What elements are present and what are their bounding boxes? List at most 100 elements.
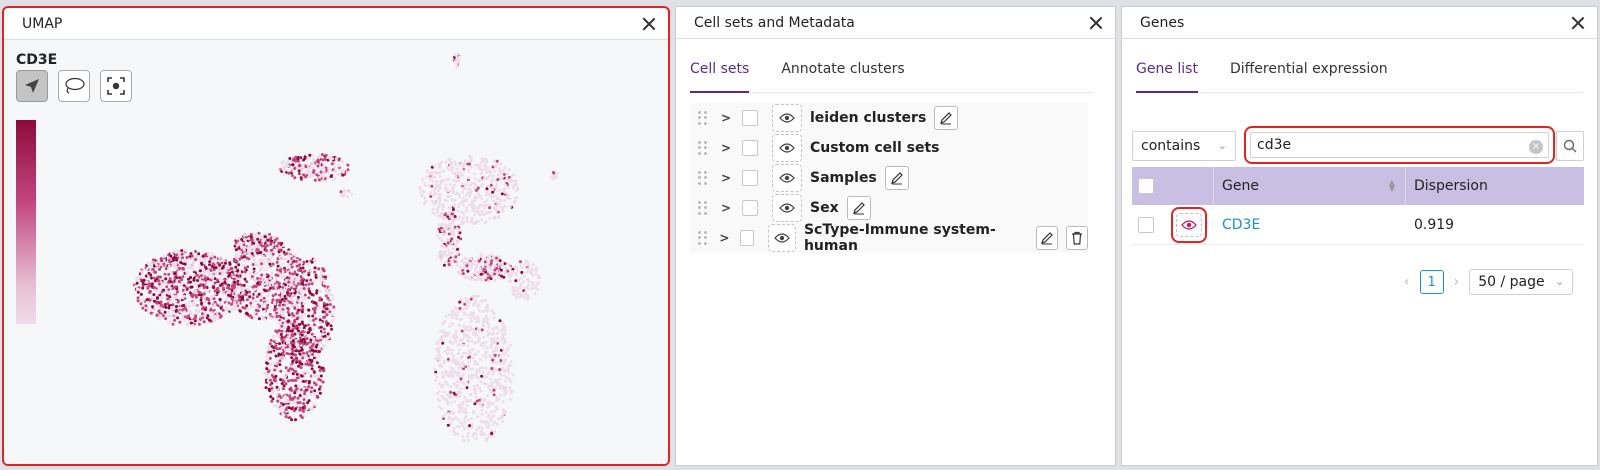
focus-icon — [107, 77, 125, 95]
next-page-icon[interactable]: › — [1454, 274, 1460, 290]
close-icon[interactable] — [1571, 16, 1585, 30]
chevron-right-icon[interactable]: > — [718, 111, 734, 125]
toggle-visibility-button[interactable] — [772, 134, 802, 162]
gene-search-input[interactable] — [1250, 132, 1549, 158]
table-header: Gene ▲ ▼ Dispersion — [1132, 167, 1584, 205]
edit-button[interactable] — [1035, 226, 1058, 250]
dispersion-cell: 0.919 — [1414, 216, 1455, 233]
tab-gene-list[interactable]: Gene list — [1136, 57, 1198, 93]
genes-tabs: Gene list Differential expression — [1136, 57, 1583, 93]
umap-cluster-11 — [467, 438, 471, 442]
select-all-cell — [1132, 167, 1214, 205]
gene-search-wrapper: × — [1244, 126, 1555, 164]
chevron-right-icon[interactable]: > — [717, 231, 732, 245]
toggle-visibility-button[interactable] — [768, 224, 796, 252]
list-item[interactable]: > Sex — [690, 193, 1088, 223]
trash-icon — [1071, 231, 1082, 245]
delete-button[interactable] — [1065, 226, 1088, 250]
cellsets-header: Cell sets and Metadata — [676, 7, 1115, 39]
genes-title: Genes — [1140, 14, 1185, 31]
genes-panel: Genes Gene list Differential expression … — [1121, 6, 1598, 466]
tab-cell-sets[interactable]: Cell sets — [690, 57, 750, 93]
list-item[interactable]: > Samples — [690, 163, 1088, 193]
lasso-icon — [65, 77, 85, 94]
edit-icon — [1040, 232, 1053, 245]
cellsets-tabs: Cell sets Annotate clusters — [690, 57, 1093, 93]
list-item[interactable]: > ScType-Immune system-human — [690, 222, 1088, 254]
cellset-checkbox[interactable] — [742, 140, 758, 156]
dispersion-column-header[interactable]: Dispersion — [1406, 167, 1584, 205]
cellsets-title: Cell sets and Metadata — [694, 14, 855, 31]
eye-icon — [774, 233, 791, 243]
drag-handle-icon[interactable] — [698, 201, 708, 215]
drag-handle-icon[interactable] — [698, 141, 708, 155]
edit-button[interactable] — [884, 166, 909, 190]
focus-gene-button[interactable] — [1171, 207, 1207, 243]
toggle-visibility-button[interactable] — [772, 194, 802, 222]
cellset-label: Custom cell sets — [810, 140, 940, 156]
genes-header: Genes — [1122, 7, 1597, 39]
gene-table: Gene ▲ ▼ Dispersion CD3E 0.919 — [1132, 167, 1584, 245]
edit-icon — [852, 202, 865, 215]
cellset-label: Sex — [810, 200, 839, 216]
eye-icon — [779, 173, 795, 183]
select-all-checkbox[interactable] — [1138, 178, 1154, 194]
chevron-right-icon[interactable]: > — [718, 141, 734, 155]
cellset-checkbox[interactable] — [742, 200, 758, 216]
sort-icon[interactable]: ▲ ▼ — [1389, 179, 1395, 193]
umap-header: UMAP — [4, 8, 668, 40]
drag-handle-icon[interactable] — [698, 111, 708, 125]
umap-scatter[interactable] — [4, 40, 668, 464]
list-item[interactable]: > Custom cell sets — [690, 133, 1088, 163]
pointer-tool-button[interactable] — [16, 70, 48, 102]
chevron-down-icon: ⌄ — [1217, 139, 1227, 152]
gene-link[interactable]: CD3E — [1222, 217, 1260, 233]
cellset-checkbox[interactable] — [742, 170, 758, 186]
drag-handle-icon[interactable] — [698, 231, 707, 245]
tab-annotate-clusters[interactable]: Annotate clusters — [781, 57, 904, 93]
list-item[interactable]: > leiden clusters — [690, 103, 1088, 133]
cellset-label: Samples — [810, 170, 877, 186]
color-scale-bar — [16, 120, 36, 324]
gene-label: CD3E — [16, 52, 58, 68]
search-button[interactable] — [1556, 131, 1584, 161]
edit-button[interactable] — [934, 106, 959, 130]
edit-button[interactable] — [846, 196, 871, 220]
filter-mode-value: contains — [1141, 138, 1201, 154]
cellset-checkbox[interactable] — [739, 230, 755, 246]
cellset-label: ScType-Immune system-human — [803, 222, 996, 254]
search-icon — [1563, 139, 1577, 153]
filter-mode-select[interactable]: contains ⌄ — [1132, 131, 1236, 161]
eye-icon — [1181, 220, 1197, 230]
pointer-icon — [25, 79, 39, 93]
cellset-label: leiden clusters — [810, 110, 927, 126]
lasso-tool-button[interactable] — [58, 70, 90, 102]
recenter-tool-button[interactable] — [100, 70, 132, 102]
eye-icon — [779, 143, 795, 153]
page-size-select[interactable]: 50 / page ⌄ — [1469, 269, 1574, 295]
gene-cell: CD3E — [1214, 205, 1406, 244]
close-icon[interactable] — [1089, 16, 1103, 30]
umap-plot-area[interactable]: CD3E — [4, 40, 668, 464]
pagination: ‹ 1 › 50 / page ⌄ — [1404, 269, 1574, 295]
close-icon[interactable] — [642, 17, 656, 31]
cellsets-tree: > leiden clusters > Custom cell sets > Sample… — [690, 103, 1088, 254]
toggle-visibility-button[interactable] — [772, 104, 802, 132]
eye-icon — [779, 203, 795, 213]
page-number[interactable]: 1 — [1419, 270, 1444, 294]
cellset-checkbox[interactable] — [742, 110, 758, 126]
chevron-right-icon[interactable]: > — [718, 171, 734, 185]
toggle-visibility-button[interactable] — [772, 164, 802, 192]
clear-icon[interactable]: × — [1529, 140, 1543, 154]
tab-differential-expression[interactable]: Differential expression — [1230, 57, 1388, 93]
gene-column-header[interactable]: Gene ▲ ▼ — [1214, 167, 1406, 205]
chevron-down-icon: ⌄ — [1555, 275, 1565, 288]
drag-handle-icon[interactable] — [698, 171, 708, 185]
cellsets-panel: Cell sets and Metadata Cell sets Annotat… — [675, 6, 1116, 466]
row-checkbox[interactable] — [1138, 216, 1154, 233]
umap-panel: UMAP CD3E — [2, 6, 670, 466]
eye-icon — [779, 113, 795, 123]
chevron-right-icon[interactable]: > — [718, 201, 734, 215]
edit-icon — [890, 172, 903, 185]
prev-page-icon[interactable]: ‹ — [1404, 274, 1410, 290]
